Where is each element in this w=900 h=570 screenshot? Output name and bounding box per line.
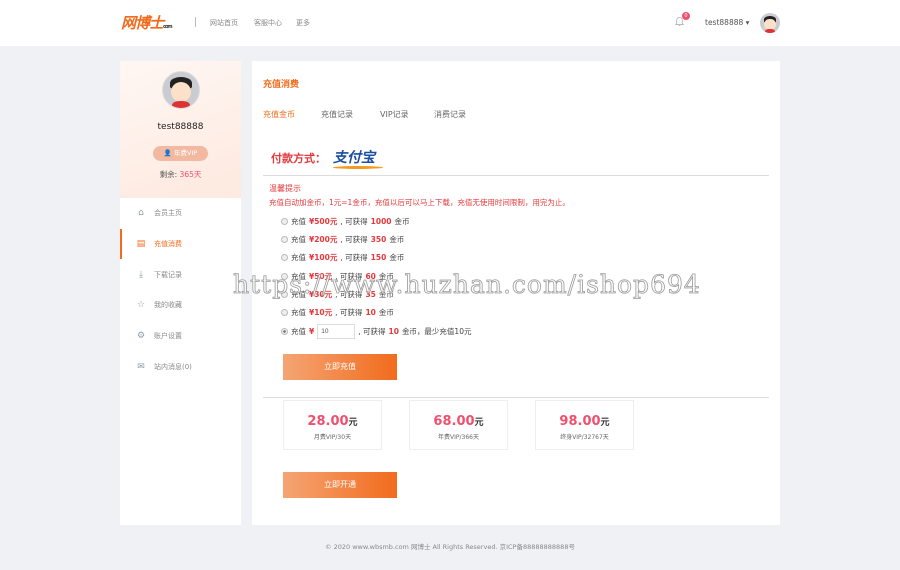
radio[interactable]	[281, 272, 288, 280]
home-icon: ⌂	[138, 208, 144, 218]
payment-method-label: 付款方式：	[271, 152, 326, 165]
page-title: 充值消费	[263, 80, 300, 90]
vip-badge: 👤 年费VIP	[153, 146, 208, 161]
divider	[195, 17, 196, 27]
tab-consume-records[interactable]: 消费记录	[434, 109, 466, 120]
sidebar-item-downloads[interactable]: ⤓ 下载记录	[120, 265, 241, 285]
star-icon: ☆	[136, 300, 146, 310]
radio[interactable]	[281, 309, 288, 316]
divider	[263, 397, 769, 398]
radio[interactable]	[281, 290, 288, 298]
tab-recharge-records[interactable]: 充值记录	[321, 109, 353, 120]
recharge-now-button[interactable]: 立即充值	[283, 354, 397, 380]
recharge-option[interactable]: 充值 ¥100元, 可获得 150 金币	[281, 252, 404, 263]
activate-vip-button[interactable]: 立即开通	[283, 472, 397, 498]
notification-badge: 0	[682, 12, 690, 20]
recharge-option[interactable]: 充值 ¥10元, 可获得 10 金币	[281, 307, 394, 318]
radio[interactable]	[281, 218, 288, 225]
vip-card-lifetime[interactable]: 98.00元 终身VIP/32767天	[535, 400, 634, 450]
vip-card-yearly[interactable]: 68.00元 年费VIP/366天	[409, 400, 508, 450]
recharge-option[interactable]: 充值 ¥30元, 可获得 35 金币	[281, 289, 394, 300]
sidebar-item-home[interactable]: ⌂ 会员主页	[120, 203, 241, 223]
sidebar: test88888 👤 年费VIP 剩余: 365天 ⌂ 会员主页 ▤ 充值消费 ⤓…	[120, 61, 241, 525]
sidebar-item-recharge[interactable]: ▤ 充值消费	[120, 229, 241, 259]
recharge-option[interactable]: 充值 ¥200元, 可获得 350 金币	[281, 234, 404, 245]
tip-text: 充值自动加金币，1元=1金币，充值以后可以马上下载，充值无使用时间限制，用完为止…	[269, 198, 570, 207]
alipay-logo[interactable]: 支付宝	[333, 147, 383, 169]
tip-title: 温馨提示	[269, 184, 301, 193]
divider	[263, 175, 769, 176]
download-icon: ⤓	[139, 270, 143, 280]
mail-icon: ✉	[137, 362, 145, 372]
recharge-option[interactable]: 充值 ¥500元, 可获得 1000 金币	[281, 216, 410, 227]
amount-input[interactable]	[317, 324, 356, 339]
tab-recharge-coins[interactable]: 充值金币	[263, 109, 295, 120]
nav-home[interactable]: 网站首页	[210, 18, 238, 28]
sidebar-item-settings[interactable]: ⚙ 账户设置	[120, 326, 241, 346]
radio[interactable]	[281, 254, 288, 262]
radio[interactable]	[281, 328, 288, 335]
site-logo[interactable]: 网博士com	[121, 12, 173, 33]
sidebar-item-favorites[interactable]: ☆ 我的收藏	[120, 295, 241, 315]
avatar[interactable]	[760, 13, 780, 33]
top-header: 网博士com 网站首页 客服中心 更多 0 test88888 ▾	[0, 0, 900, 46]
nav-service[interactable]: 客服中心	[254, 18, 282, 28]
vip-card-monthly[interactable]: 28.00元 月费VIP/30天	[283, 400, 382, 450]
avatar	[162, 71, 200, 109]
gear-icon: ⚙	[136, 331, 146, 341]
vip-remaining: 剩余: 365天	[159, 170, 202, 179]
recharge-icon: ▤	[136, 239, 146, 249]
tab-vip-records[interactable]: VIP记录	[380, 109, 409, 120]
sidebar-item-messages[interactable]: ✉ 站内消息(0)	[120, 357, 241, 377]
nav-more[interactable]: 更多	[296, 18, 310, 28]
user-menu[interactable]: test88888 ▾	[705, 18, 749, 27]
profile-username: test88888	[157, 122, 204, 132]
recharge-option[interactable]: 充值 ¥50元, 可获得 60 金币	[281, 271, 394, 282]
radio[interactable]	[281, 236, 288, 244]
footer-copyright: © 2020 www.wbsmb.com 网博士 All Rights Rese…	[325, 543, 575, 551]
recharge-option-custom[interactable]: 充值¥ , 可获得10金币，最少充值10元	[281, 324, 471, 339]
main-panel: 充值消费 充值金币 充值记录 VIP记录 消费记录 付款方式： 支付宝 温馨提示…	[252, 61, 780, 525]
